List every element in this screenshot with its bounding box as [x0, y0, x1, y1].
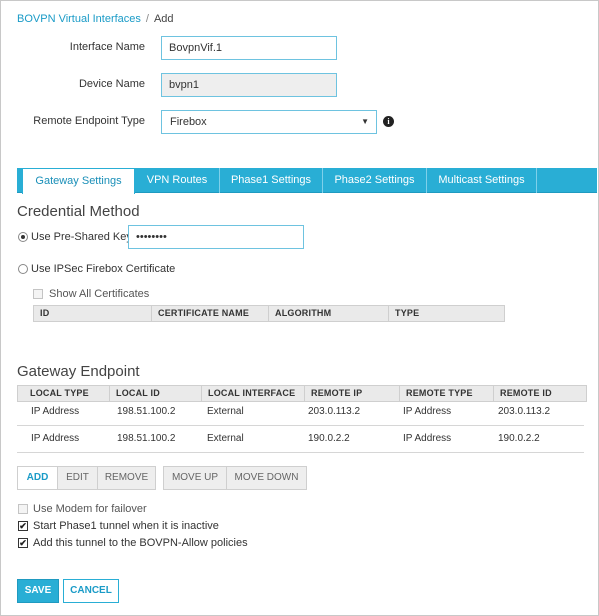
breadcrumb: BOVPN Virtual Interfaces / Add — [17, 13, 174, 25]
move-up-button[interactable]: MOVE UP — [164, 467, 227, 489]
add-button[interactable]: ADD — [18, 467, 58, 489]
tab-phase2-settings[interactable]: Phase2 Settings — [323, 168, 427, 193]
tab-multicast-settings[interactable]: Multicast Settings — [427, 168, 537, 193]
remote-endpoint-type-label: Remote Endpoint Type — [33, 115, 145, 127]
credential-method-title: Credential Method — [17, 203, 140, 220]
device-name-label: Device Name — [78, 78, 145, 90]
cell-remote-type: IP Address — [403, 433, 452, 444]
breadcrumb-parent-link[interactable]: BOVPN Virtual Interfaces — [17, 13, 141, 25]
move-down-button[interactable]: MOVE DOWN — [227, 467, 306, 489]
remote-endpoint-type-value: Firebox — [170, 116, 207, 128]
cert-col-algorithm[interactable]: ALGORITHM — [269, 306, 389, 321]
cert-col-certificate-name[interactable]: CERTIFICATE NAME — [152, 306, 269, 321]
breadcrumb-separator: / — [145, 13, 149, 25]
edit-button[interactable]: EDIT — [58, 467, 98, 489]
chevron-down-icon: ▼ — [361, 117, 369, 126]
cell-remote-type: IP Address — [403, 406, 452, 417]
pre-shared-key-radio[interactable] — [18, 232, 28, 242]
remote-endpoint-type-select[interactable]: Firebox ▼ — [161, 110, 377, 134]
add-tunnel-checkbox[interactable]: ✔ — [18, 538, 28, 548]
interface-name-label: Interface Name — [69, 41, 145, 53]
ipsec-certificate-label: Use IPSec Firebox Certificate — [31, 263, 176, 275]
gateway-edit-button-group: ADD EDIT REMOVE — [17, 466, 156, 490]
info-icon[interactable]: i — [383, 116, 394, 127]
cell-local-id: 198.51.100.2 — [117, 433, 176, 444]
cert-col-type[interactable]: TYPE — [389, 306, 504, 321]
cell-local-interface: External — [207, 406, 244, 417]
ipsec-certificate-radio[interactable] — [18, 264, 28, 274]
remove-button[interactable]: REMOVE — [98, 467, 155, 489]
modem-failover-label: Use Modem for failover — [33, 503, 147, 515]
tab-phase1-settings[interactable]: Phase1 Settings — [220, 168, 323, 193]
gateway-move-button-group: MOVE UP MOVE DOWN — [163, 466, 307, 490]
add-tunnel-label: Add this tunnel to the BOVPN-Allow polic… — [33, 537, 248, 549]
cell-local-interface: External — [207, 433, 244, 444]
cell-remote-id: 190.0.2.2 — [498, 433, 540, 444]
cell-remote-ip: 190.0.2.2 — [308, 433, 350, 444]
show-all-certificates-checkbox[interactable] — [33, 289, 43, 299]
modem-failover-checkbox[interactable] — [18, 504, 28, 514]
interface-name-input[interactable]: BovpnVif.1 — [161, 36, 337, 60]
gateway-endpoint-title: Gateway Endpoint — [17, 363, 140, 380]
show-all-certificates-label: Show All Certificates — [49, 288, 150, 300]
cell-local-type: IP Address — [31, 406, 80, 417]
certificate-table-header: ID CERTIFICATE NAME ALGORITHM TYPE — [33, 305, 505, 322]
start-phase1-checkbox[interactable]: ✔ — [18, 521, 28, 531]
cert-col-id[interactable]: ID — [34, 306, 152, 321]
table-row[interactable]: IP Address 198.51.100.2 External 203.0.1… — [17, 399, 584, 426]
pre-shared-key-label: Use Pre-Shared Key — [31, 231, 132, 243]
pre-shared-key-input[interactable]: •••••••• — [128, 225, 304, 249]
tab-vpn-routes[interactable]: VPN Routes — [135, 168, 220, 193]
cell-local-id: 198.51.100.2 — [117, 406, 176, 417]
save-button[interactable]: SAVE — [17, 579, 59, 603]
tab-bar: Gateway Settings VPN Routes Phase1 Setti… — [17, 168, 597, 194]
tab-gateway-settings[interactable]: Gateway Settings — [22, 168, 135, 194]
cell-remote-id: 203.0.113.2 — [498, 406, 551, 417]
table-row[interactable]: IP Address 198.51.100.2 External 190.0.2… — [17, 426, 584, 453]
device-name-input: bvpn1 — [161, 73, 337, 97]
cell-local-type: IP Address — [31, 433, 80, 444]
start-phase1-label: Start Phase1 tunnel when it is inactive — [33, 520, 219, 532]
cell-remote-ip: 203.0.113.2 — [308, 406, 361, 417]
breadcrumb-current: Add — [153, 13, 174, 25]
cancel-button[interactable]: CANCEL — [63, 579, 119, 603]
